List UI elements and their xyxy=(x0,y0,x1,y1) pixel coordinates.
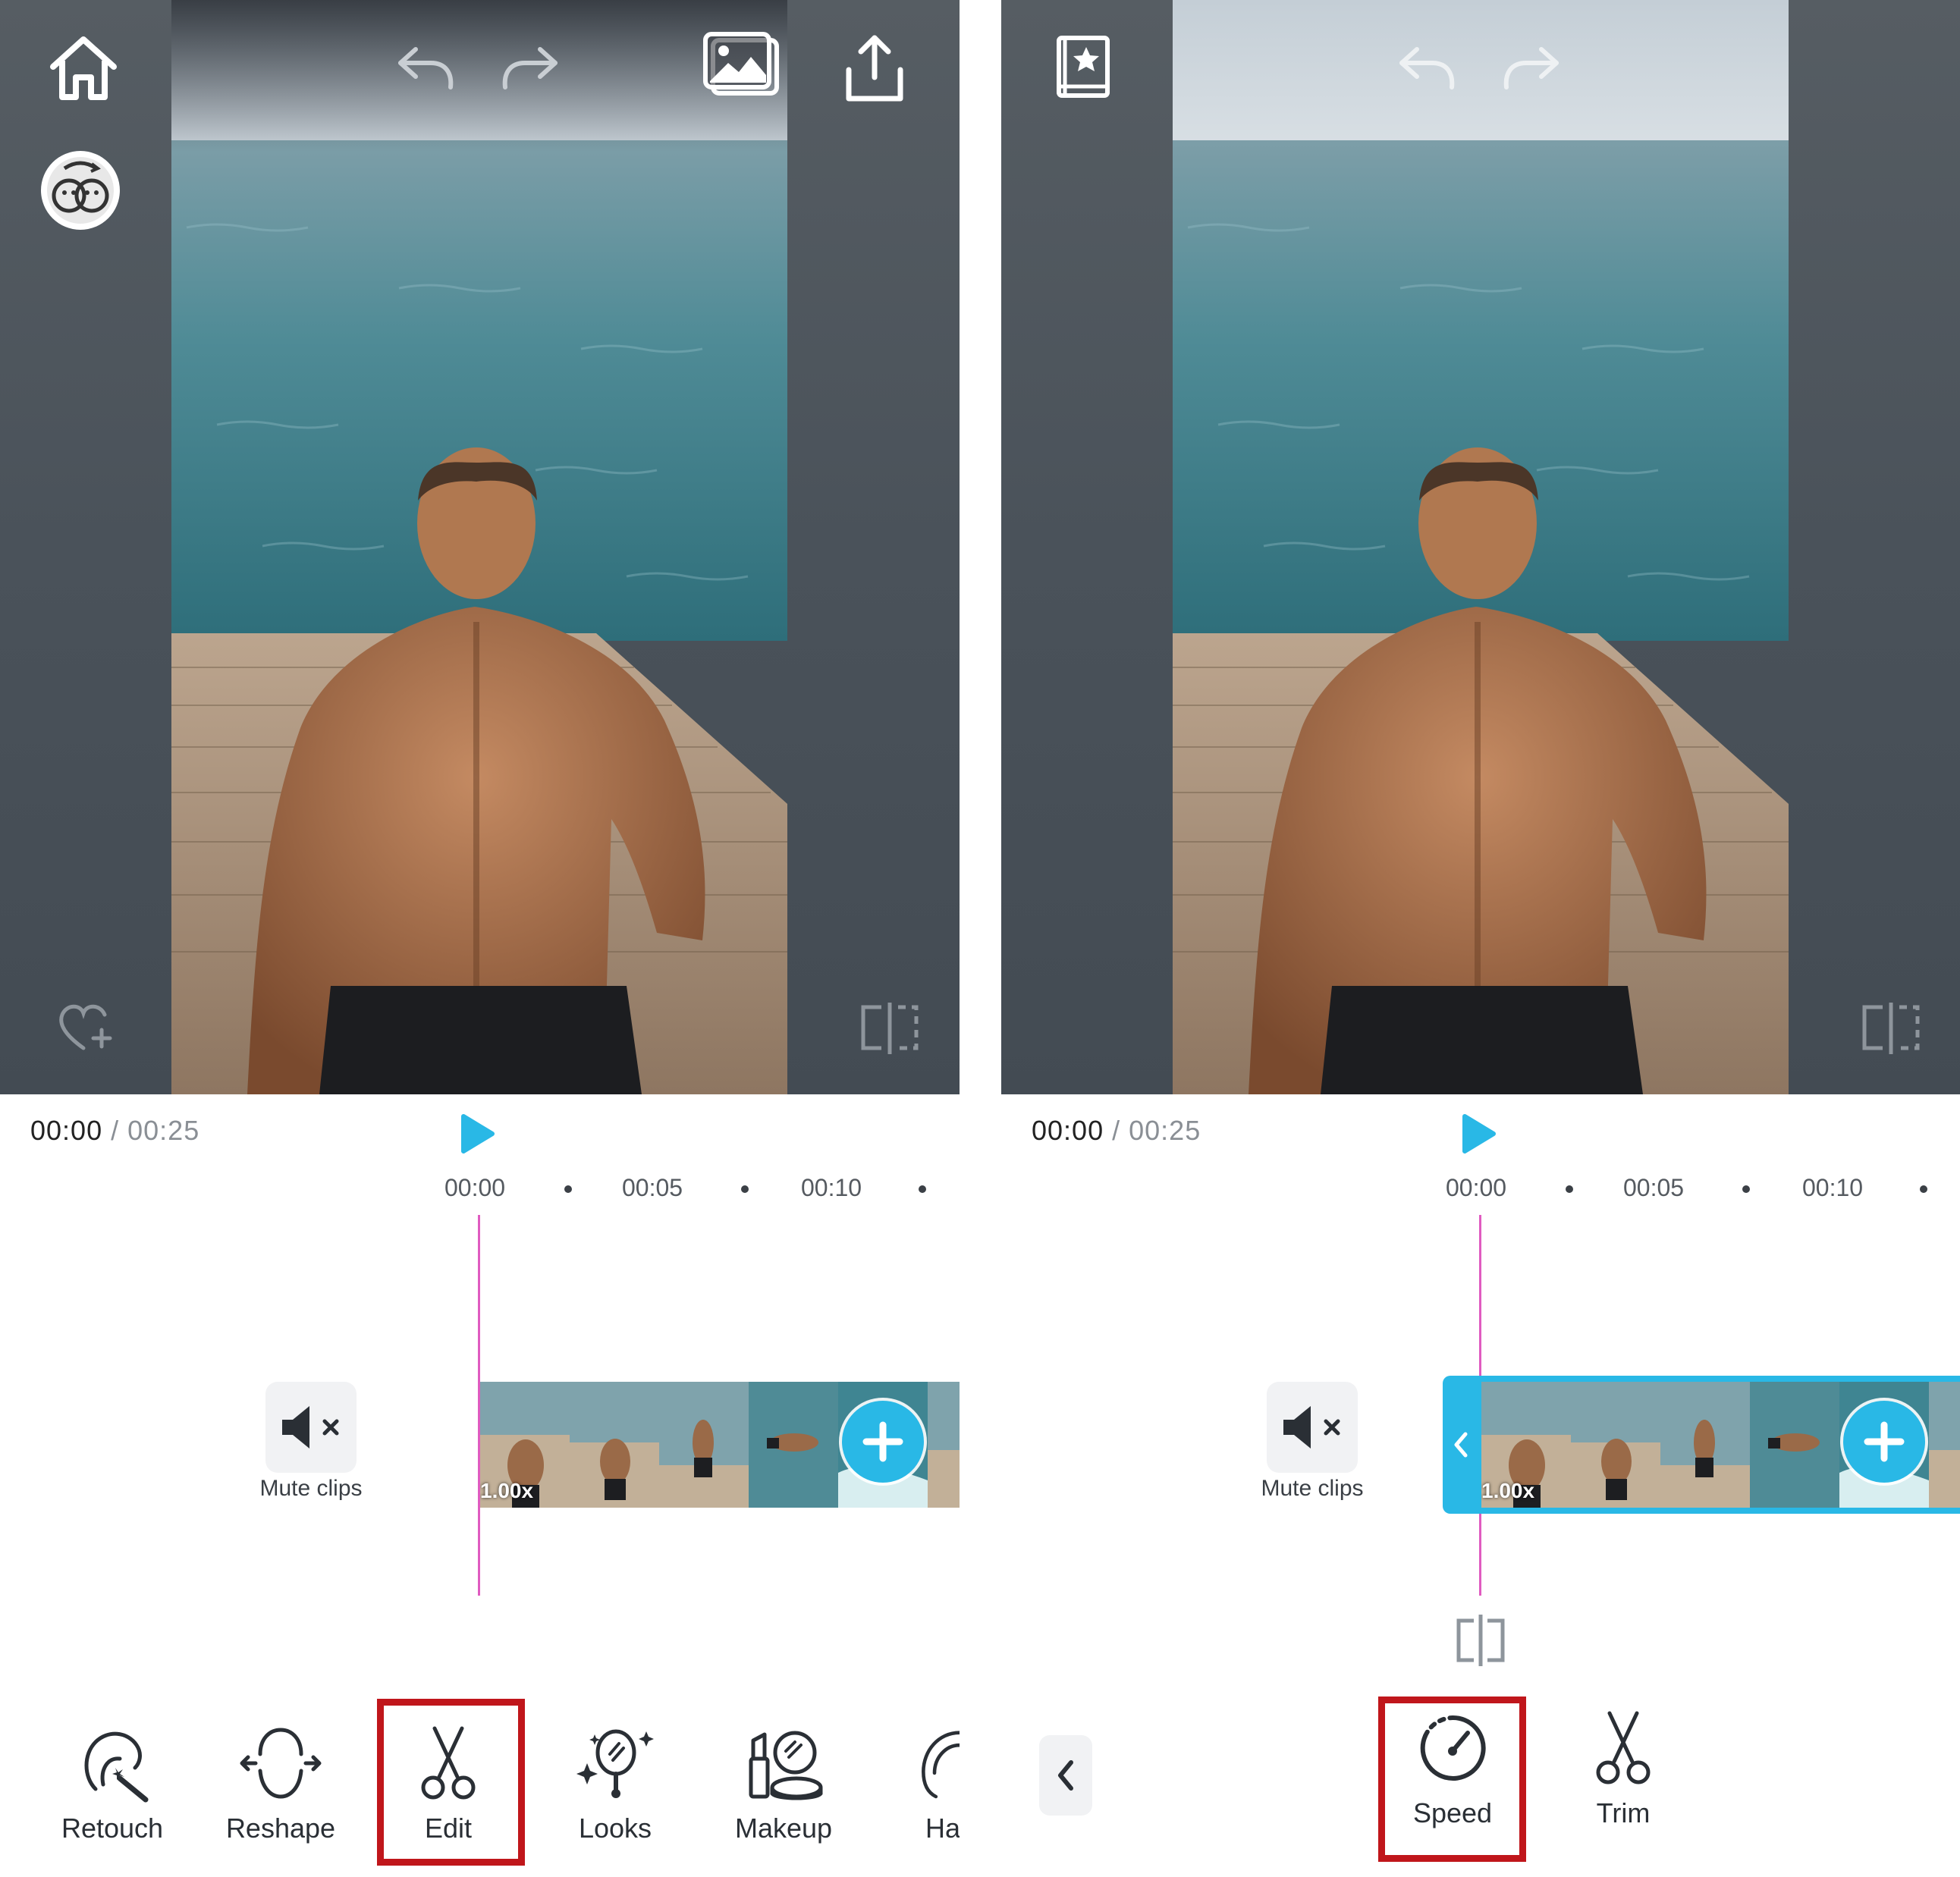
mute-clips-button[interactable] xyxy=(1267,1382,1358,1473)
editor-screen-left: 00:00 / 00:25 00:00 00:05 00:10 Mute cli… xyxy=(0,0,960,1877)
mute-clips-label: Mute clips xyxy=(1261,1476,1364,1501)
play-button[interactable] xyxy=(1460,1112,1498,1156)
top-gradient-overlay xyxy=(171,0,787,152)
undo-icon[interactable] xyxy=(391,36,459,97)
time-separator: / xyxy=(1112,1115,1121,1146)
tool-makeup[interactable]: Makeup xyxy=(711,1722,856,1866)
compare-icon[interactable] xyxy=(1858,1000,1924,1057)
clip-speed-badge: 1.00x xyxy=(1481,1479,1535,1502)
clip-thumbnail xyxy=(570,1382,659,1508)
tool-label: Makeup xyxy=(734,1813,833,1844)
clip-thumbnail xyxy=(1660,1382,1750,1508)
play-icon xyxy=(461,1114,495,1154)
editor-screen-right: 00:00 / 00:25 00:00 00:05 00:10 Mute cli… xyxy=(1001,0,1960,1877)
video-image xyxy=(1173,0,1789,1094)
video-preview[interactable] xyxy=(1001,0,1960,1094)
ruler-dot xyxy=(1742,1185,1750,1193)
current-time: 00:00 xyxy=(30,1115,103,1146)
trim-handle-left[interactable] xyxy=(1443,1376,1479,1514)
clip-thumbnail xyxy=(1750,1382,1839,1508)
add-clip-button[interactable] xyxy=(842,1401,924,1483)
ruler-dot xyxy=(1566,1185,1573,1193)
back-button[interactable] xyxy=(1039,1735,1092,1816)
split-icon[interactable] xyxy=(1449,1612,1512,1669)
play-button[interactable] xyxy=(459,1112,497,1156)
clip-thumbnail xyxy=(928,1382,960,1508)
chevron-left-icon xyxy=(1058,1760,1073,1791)
clip-thumbnail xyxy=(749,1382,838,1508)
ruler-tick-label: 00:05 xyxy=(1623,1174,1685,1201)
ruler-tick-label: 00:10 xyxy=(1802,1174,1864,1201)
gallery-icon[interactable] xyxy=(702,30,785,103)
video-frame xyxy=(171,0,787,1094)
time-readout: 00:00 / 00:25 xyxy=(1032,1115,1201,1147)
compare-icon[interactable] xyxy=(857,1000,922,1057)
plus-icon xyxy=(862,1421,903,1462)
mute-clips-button[interactable] xyxy=(265,1382,357,1473)
undo-icon[interactable] xyxy=(1392,36,1460,97)
add-clip-button[interactable] xyxy=(1843,1401,1925,1483)
makeup-icon xyxy=(742,1722,825,1805)
plus-icon xyxy=(1864,1421,1905,1462)
highlight-box xyxy=(1378,1697,1526,1862)
hair-icon xyxy=(880,1722,960,1805)
total-duration: 00:25 xyxy=(127,1115,200,1146)
template-book-icon[interactable] xyxy=(1047,30,1120,106)
tool-label: Reshape xyxy=(225,1813,336,1844)
tool-label: Ha xyxy=(925,1813,960,1844)
tool-reshape[interactable]: Reshape xyxy=(209,1722,353,1866)
ruler-dot xyxy=(1920,1185,1927,1193)
tool-retouch[interactable]: Retouch xyxy=(40,1722,184,1866)
reshape-icon xyxy=(239,1722,322,1805)
time-separator: / xyxy=(111,1115,120,1146)
ruler-tick-label: 00:05 xyxy=(622,1174,683,1201)
clip-thumbnail xyxy=(659,1382,749,1508)
redo-icon[interactable] xyxy=(497,36,565,97)
tool-label: Looks xyxy=(578,1813,652,1844)
tool-trim[interactable]: Trim xyxy=(1551,1706,1695,1850)
face-swap-icon[interactable] xyxy=(38,148,123,233)
video-frame xyxy=(1173,0,1789,1094)
screenshot-divider xyxy=(960,0,1001,1877)
speaker-mute-icon xyxy=(1283,1406,1340,1449)
current-time: 00:00 xyxy=(1032,1115,1104,1146)
export-icon[interactable] xyxy=(838,27,911,110)
ruler-dot xyxy=(919,1185,926,1193)
clip-thumbnail xyxy=(1571,1382,1660,1508)
time-readout: 00:00 / 00:25 xyxy=(30,1115,199,1147)
tool-label: Trim xyxy=(1596,1797,1651,1828)
chevron-left-icon xyxy=(1454,1432,1468,1458)
speaker-mute-icon xyxy=(282,1406,339,1449)
ruler-tick-label: 00:10 xyxy=(801,1174,862,1201)
scissors-icon xyxy=(1582,1706,1665,1790)
clip-thumbnail: 1.00x xyxy=(1481,1382,1571,1508)
video-image xyxy=(171,0,787,1094)
clip-thumbnail xyxy=(1929,1382,1960,1508)
ruler-tick-label: 00:00 xyxy=(444,1174,506,1201)
tool-looks[interactable]: Looks xyxy=(543,1722,687,1866)
favorite-add-icon[interactable] xyxy=(55,998,118,1056)
ruler-tick-label: 00:00 xyxy=(1446,1174,1507,1201)
redo-icon[interactable] xyxy=(1498,36,1566,97)
tool-hair[interactable]: Ha xyxy=(880,1722,960,1866)
tool-label: Retouch xyxy=(61,1813,164,1844)
home-icon[interactable] xyxy=(42,27,125,110)
mute-clips-label: Mute clips xyxy=(259,1476,363,1501)
clip-thumbnail: 1.00x xyxy=(480,1382,570,1508)
retouch-icon xyxy=(71,1722,154,1805)
ruler-dot xyxy=(741,1185,749,1193)
highlight-box xyxy=(377,1699,525,1866)
ruler-dot xyxy=(564,1185,572,1193)
total-duration: 00:25 xyxy=(1129,1115,1201,1146)
play-icon xyxy=(1462,1114,1496,1154)
clip-speed-badge: 1.00x xyxy=(480,1479,534,1502)
video-preview[interactable] xyxy=(0,0,960,1094)
looks-icon xyxy=(573,1722,657,1805)
